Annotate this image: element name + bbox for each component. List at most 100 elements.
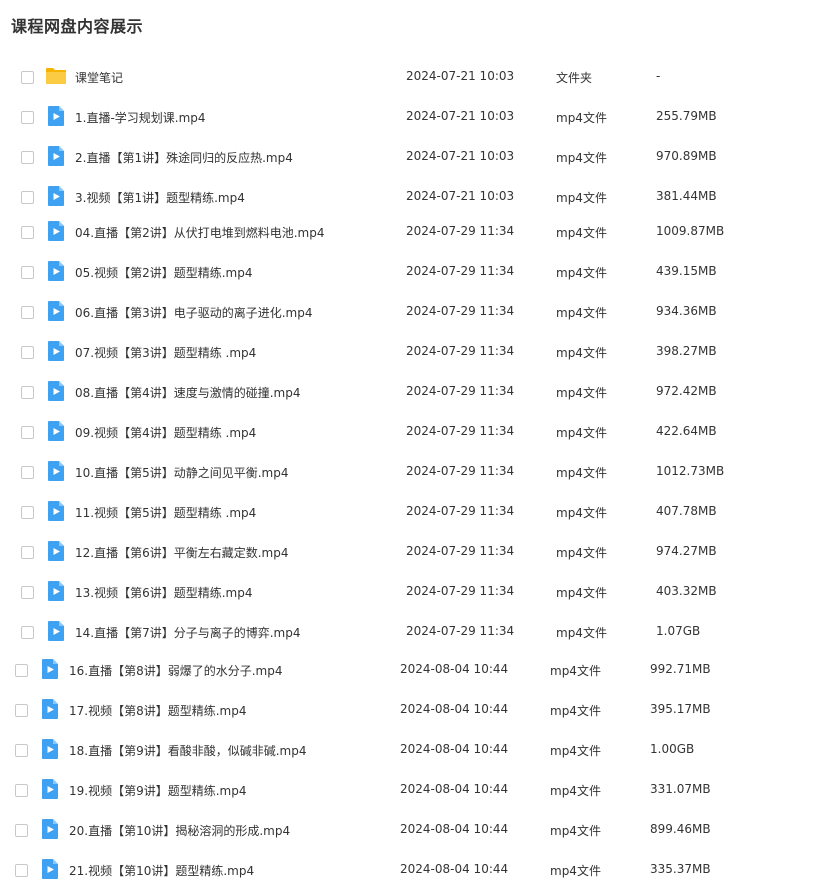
file-row[interactable]: 课堂笔记 2024-07-21 10:03 文件夹 - bbox=[21, 62, 801, 92]
file-row[interactable]: 06.直播【第3讲】电子驱动的离子进化.mp4 2024-07-29 11:34… bbox=[21, 297, 801, 327]
row-checkbox[interactable] bbox=[21, 626, 34, 639]
video-file-icon bbox=[45, 420, 67, 442]
file-type: mp4文件 bbox=[556, 466, 607, 480]
file-name[interactable]: 21.视频【第10讲】题型精练.mp4 bbox=[69, 862, 254, 879]
file-date: 2024-08-04 10:44 bbox=[400, 862, 509, 876]
row-checkbox[interactable] bbox=[15, 784, 28, 797]
video-file-icon bbox=[45, 580, 67, 602]
file-size: 407.78MB bbox=[656, 504, 717, 518]
video-file-icon bbox=[45, 380, 67, 402]
file-size: 422.64MB bbox=[656, 424, 717, 438]
file-size: 395.17MB bbox=[650, 702, 711, 716]
file-row[interactable]: 11.视频【第5讲】题型精练 .mp4 2024-07-29 11:34 mp4… bbox=[21, 497, 801, 527]
file-row[interactable]: 14.直播【第7讲】分子与离子的博弈.mp4 2024-07-29 11:34 … bbox=[21, 617, 801, 647]
file-name[interactable]: 10.直播【第5讲】动静之间见平衡.mp4 bbox=[75, 464, 288, 481]
file-name[interactable]: 16.直播【第8讲】弱爆了的水分子.mp4 bbox=[69, 662, 282, 679]
video-file-icon bbox=[45, 260, 67, 282]
file-size: 381.44MB bbox=[656, 189, 717, 203]
file-date: 2024-07-21 10:03 bbox=[406, 149, 515, 163]
file-row[interactable]: 20.直播【第10讲】揭秘溶洞的形成.mp4 2024-08-04 10:44 … bbox=[15, 815, 795, 845]
file-name[interactable]: 12.直播【第6讲】平衡左右藏定数.mp4 bbox=[75, 544, 288, 561]
video-file-icon bbox=[45, 105, 67, 127]
folder-icon bbox=[45, 65, 67, 87]
row-checkbox[interactable] bbox=[15, 704, 28, 717]
video-file-icon bbox=[45, 620, 67, 642]
file-row[interactable]: 18.直播【第9讲】看酸非酸，似碱非碱.mp4 2024-08-04 10:44… bbox=[15, 735, 795, 765]
row-checkbox[interactable] bbox=[21, 346, 34, 359]
file-type: mp4文件 bbox=[556, 191, 607, 205]
video-file-icon bbox=[39, 778, 61, 800]
file-type: mp4文件 bbox=[556, 111, 607, 125]
row-checkbox[interactable] bbox=[21, 546, 34, 559]
file-row[interactable]: 08.直播【第4讲】速度与激情的碰撞.mp4 2024-07-29 11:34 … bbox=[21, 377, 801, 407]
file-size: 398.27MB bbox=[656, 344, 717, 358]
file-row[interactable]: 19.视频【第9讲】题型精练.mp4 2024-08-04 10:44 mp4文… bbox=[15, 775, 795, 805]
row-checkbox[interactable] bbox=[21, 71, 34, 84]
file-row[interactable]: 10.直播【第5讲】动静之间见平衡.mp4 2024-07-29 11:34 m… bbox=[21, 457, 801, 487]
file-row[interactable]: 16.直播【第8讲】弱爆了的水分子.mp4 2024-08-04 10:44 m… bbox=[15, 655, 795, 685]
row-checkbox[interactable] bbox=[15, 744, 28, 757]
file-name[interactable]: 11.视频【第5讲】题型精练 .mp4 bbox=[75, 504, 256, 521]
file-row[interactable]: 2.直播【第1讲】殊途同归的反应热.mp4 2024-07-21 10:03 m… bbox=[21, 142, 801, 172]
file-row[interactable]: 12.直播【第6讲】平衡左右藏定数.mp4 2024-07-29 11:34 m… bbox=[21, 537, 801, 567]
file-size: 403.32MB bbox=[656, 584, 717, 598]
file-name[interactable]: 18.直播【第9讲】看酸非酸，似碱非碱.mp4 bbox=[69, 742, 306, 759]
video-file-icon bbox=[45, 340, 67, 362]
file-date: 2024-08-04 10:44 bbox=[400, 782, 509, 796]
file-row[interactable]: 1.直播-学习规划课.mp4 2024-07-21 10:03 mp4文件 25… bbox=[21, 102, 801, 132]
file-date: 2024-07-29 11:34 bbox=[406, 584, 515, 598]
file-size: 899.46MB bbox=[650, 822, 711, 836]
video-file-icon bbox=[45, 500, 67, 522]
file-name[interactable]: 09.视频【第4讲】题型精练 .mp4 bbox=[75, 424, 256, 441]
file-type: mp4文件 bbox=[556, 266, 607, 280]
file-date: 2024-07-29 11:34 bbox=[406, 544, 515, 558]
file-size: 439.15MB bbox=[656, 264, 717, 278]
file-row[interactable]: 09.视频【第4讲】题型精练 .mp4 2024-07-29 11:34 mp4… bbox=[21, 417, 801, 447]
row-checkbox[interactable] bbox=[21, 506, 34, 519]
file-list: 课堂笔记 2024-07-21 10:03 文件夹 - 1.直播-学习规划课.m… bbox=[0, 0, 827, 890]
file-row[interactable]: 17.视频【第8讲】题型精练.mp4 2024-08-04 10:44 mp4文… bbox=[15, 695, 795, 725]
row-checkbox[interactable] bbox=[15, 824, 28, 837]
file-date: 2024-07-29 11:34 bbox=[406, 464, 515, 478]
file-type: 文件夹 bbox=[556, 71, 593, 85]
row-checkbox[interactable] bbox=[21, 586, 34, 599]
file-name[interactable]: 14.直播【第7讲】分子与离子的博弈.mp4 bbox=[75, 624, 300, 641]
file-name[interactable]: 06.直播【第3讲】电子驱动的离子进化.mp4 bbox=[75, 304, 312, 321]
file-name[interactable]: 2.直播【第1讲】殊途同归的反应热.mp4 bbox=[75, 149, 293, 166]
file-name[interactable]: 19.视频【第9讲】题型精练.mp4 bbox=[69, 782, 246, 799]
file-row[interactable]: 05.视频【第2讲】题型精练.mp4 2024-07-29 11:34 mp4文… bbox=[21, 257, 801, 287]
file-name[interactable]: 05.视频【第2讲】题型精练.mp4 bbox=[75, 264, 252, 281]
file-name[interactable]: 课堂笔记 bbox=[75, 69, 123, 86]
file-type: mp4文件 bbox=[556, 626, 607, 640]
row-checkbox[interactable] bbox=[21, 226, 34, 239]
file-name[interactable]: 13.视频【第6讲】题型精练.mp4 bbox=[75, 584, 252, 601]
row-checkbox[interactable] bbox=[21, 266, 34, 279]
file-name[interactable]: 07.视频【第3讲】题型精练 .mp4 bbox=[75, 344, 256, 361]
file-date: 2024-07-29 11:34 bbox=[406, 344, 515, 358]
row-checkbox[interactable] bbox=[21, 426, 34, 439]
file-row[interactable]: 21.视频【第10讲】题型精练.mp4 2024-08-04 10:44 mp4… bbox=[15, 855, 795, 885]
file-name[interactable]: 04.直播【第2讲】从伏打电堆到燃料电池.mp4 bbox=[75, 224, 324, 241]
video-file-icon bbox=[45, 460, 67, 482]
row-checkbox[interactable] bbox=[21, 111, 34, 124]
row-checkbox[interactable] bbox=[21, 466, 34, 479]
video-file-icon bbox=[45, 220, 67, 242]
row-checkbox[interactable] bbox=[15, 664, 28, 677]
file-row[interactable]: 04.直播【第2讲】从伏打电堆到燃料电池.mp4 2024-07-29 11:3… bbox=[21, 217, 801, 247]
file-name[interactable]: 1.直播-学习规划课.mp4 bbox=[75, 109, 206, 126]
row-checkbox[interactable] bbox=[21, 151, 34, 164]
file-row[interactable]: 07.视频【第3讲】题型精练 .mp4 2024-07-29 11:34 mp4… bbox=[21, 337, 801, 367]
file-row[interactable]: 3.视频【第1讲】题型精练.mp4 2024-07-21 10:03 mp4文件… bbox=[21, 182, 801, 212]
file-size: 992.71MB bbox=[650, 662, 711, 676]
file-date: 2024-07-29 11:34 bbox=[406, 224, 515, 238]
row-checkbox[interactable] bbox=[21, 386, 34, 399]
file-name[interactable]: 17.视频【第8讲】题型精练.mp4 bbox=[69, 702, 246, 719]
file-name[interactable]: 08.直播【第4讲】速度与激情的碰撞.mp4 bbox=[75, 384, 300, 401]
file-type: mp4文件 bbox=[556, 386, 607, 400]
file-name[interactable]: 3.视频【第1讲】题型精练.mp4 bbox=[75, 189, 245, 206]
row-checkbox[interactable] bbox=[15, 864, 28, 877]
file-row[interactable]: 13.视频【第6讲】题型精练.mp4 2024-07-29 11:34 mp4文… bbox=[21, 577, 801, 607]
file-name[interactable]: 20.直播【第10讲】揭秘溶洞的形成.mp4 bbox=[69, 822, 290, 839]
row-checkbox[interactable] bbox=[21, 191, 34, 204]
row-checkbox[interactable] bbox=[21, 306, 34, 319]
